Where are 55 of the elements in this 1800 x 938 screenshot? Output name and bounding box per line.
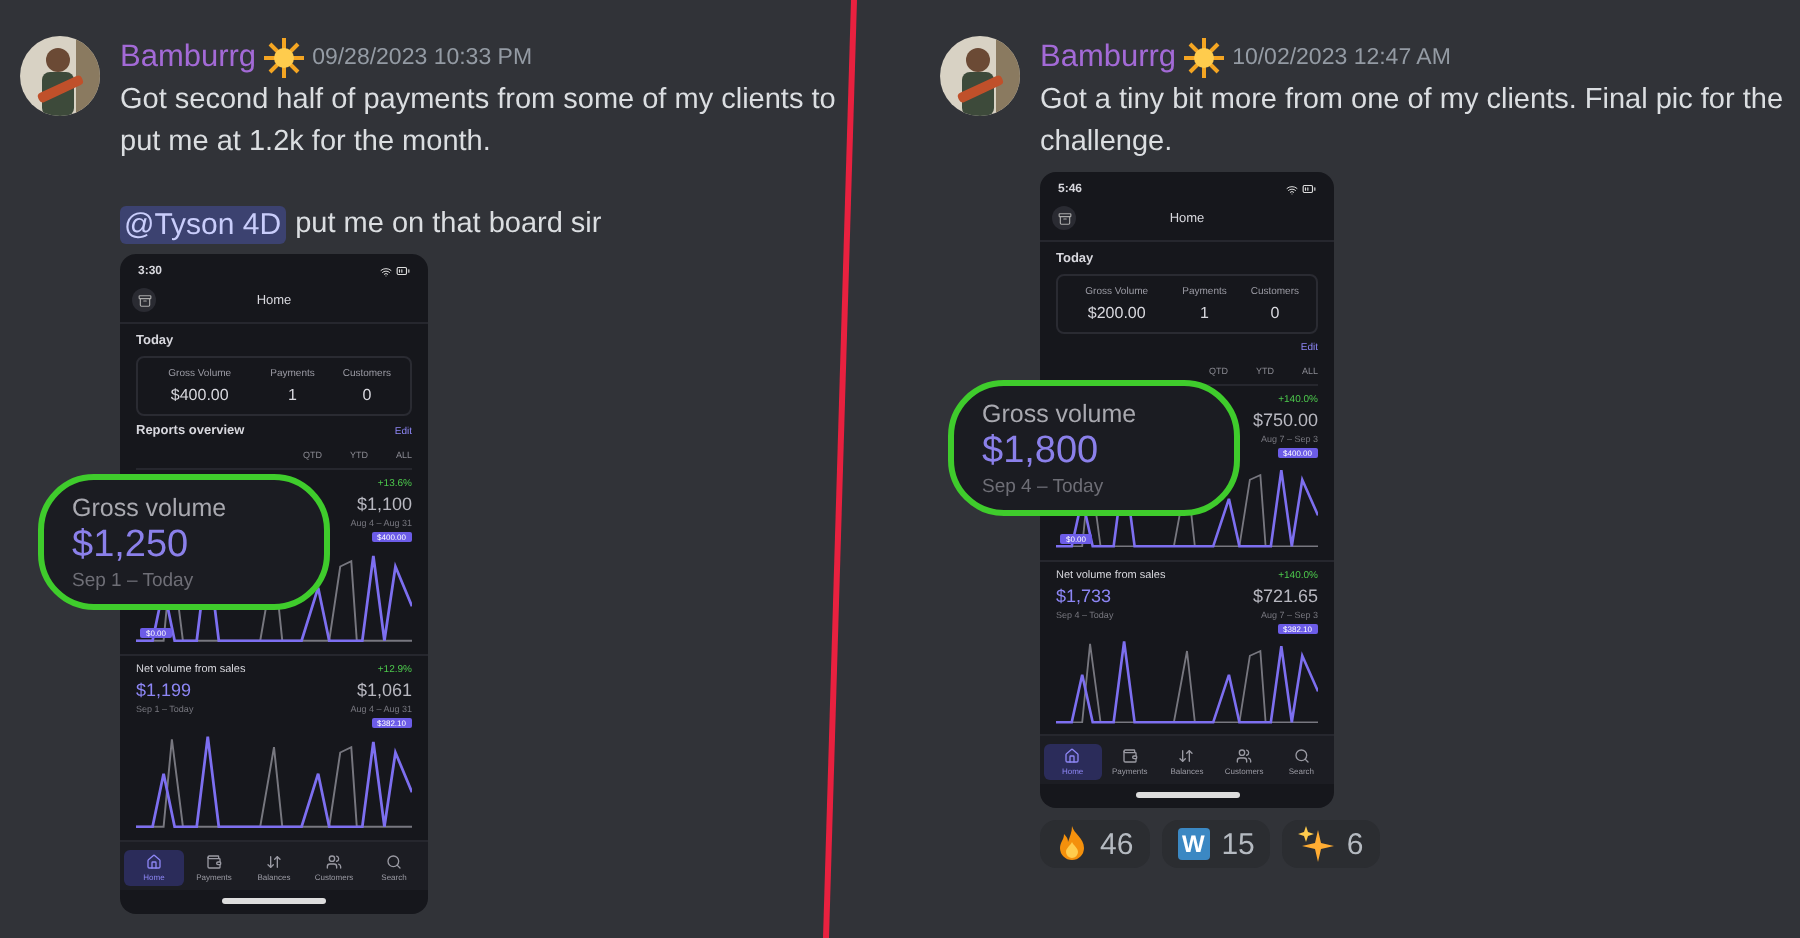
compare-value: $1,100 <box>356 494 412 514</box>
message-text: Got second half of payments from some of my clients to put me at 1.2k for the month. <box>120 82 838 162</box>
timestamp: 09/28/2023 10:33 PM <box>312 46 533 70</box>
stat-value: 0 <box>362 386 372 404</box>
callout-value: $1,250 <box>72 523 191 567</box>
people-icon <box>1236 748 1253 764</box>
timestamp: 10/02/2023 12:47 AM <box>1232 46 1451 70</box>
reaction-pill[interactable]: 6 <box>1282 820 1380 868</box>
reaction-pill[interactable]: W 15 <box>1161 820 1271 868</box>
card-value: $1,733 <box>1056 585 1112 605</box>
author-name[interactable]: Bamburrg <box>1040 40 1177 76</box>
wifi-icon <box>1286 183 1298 195</box>
search-icon <box>1293 748 1310 764</box>
sun-icon <box>264 38 305 78</box>
stat-value: $400.00 <box>170 386 229 404</box>
message-text: put me on that board sir <box>295 206 602 244</box>
callout-title: Gross volume <box>982 399 1139 427</box>
search-icon <box>386 854 402 870</box>
callout-value: $1,800 <box>982 429 1101 473</box>
wifi-icon <box>380 265 392 277</box>
callout-title: Gross volume <box>72 493 229 521</box>
callout-range: Sep 4 – Today <box>982 475 1106 497</box>
wallet-icon <box>206 854 222 870</box>
reaction-count: 15 <box>1221 827 1255 861</box>
fire-icon <box>1056 826 1088 862</box>
battery-icon <box>396 264 410 278</box>
arrows-icon <box>1178 748 1195 764</box>
people-icon <box>326 854 342 870</box>
stat-value: 1 <box>1200 304 1209 322</box>
compare-value: $750.00 <box>1252 410 1318 430</box>
author-name[interactable]: Bamburrg <box>120 40 257 76</box>
reaction-count: 6 <box>1346 827 1364 861</box>
reaction-pill[interactable]: 46 <box>1040 820 1150 868</box>
home-indicator <box>1135 792 1239 798</box>
stat-value: 1 <box>288 386 297 404</box>
wallet-icon <box>1121 748 1138 764</box>
archive-icon[interactable] <box>1052 206 1076 230</box>
user-mention[interactable]: @Tyson 4D <box>120 206 286 244</box>
archive-icon[interactable] <box>132 288 156 312</box>
home-icon <box>1064 748 1081 764</box>
sun-icon <box>1184 38 1225 78</box>
letter-emoji: W <box>1177 828 1210 860</box>
sparkles-icon <box>1298 826 1335 862</box>
battery-icon <box>1302 182 1316 196</box>
compare-value: $721.65 <box>1252 585 1318 605</box>
stat-value: $200.00 <box>1087 304 1146 322</box>
message-text: Got a tiny bit more from one of my clients. Final pic for the challenge. <box>1040 82 1784 162</box>
arrows-icon <box>266 854 282 870</box>
callout-range: Sep 1 – Today <box>72 569 196 591</box>
stat-value: 0 <box>1270 304 1280 322</box>
reaction-count: 46 <box>1100 827 1134 861</box>
home-indicator <box>222 898 326 904</box>
card-value: $1,199 <box>136 680 192 700</box>
home-icon <box>146 854 162 870</box>
compare-value: $1,061 <box>356 680 412 700</box>
